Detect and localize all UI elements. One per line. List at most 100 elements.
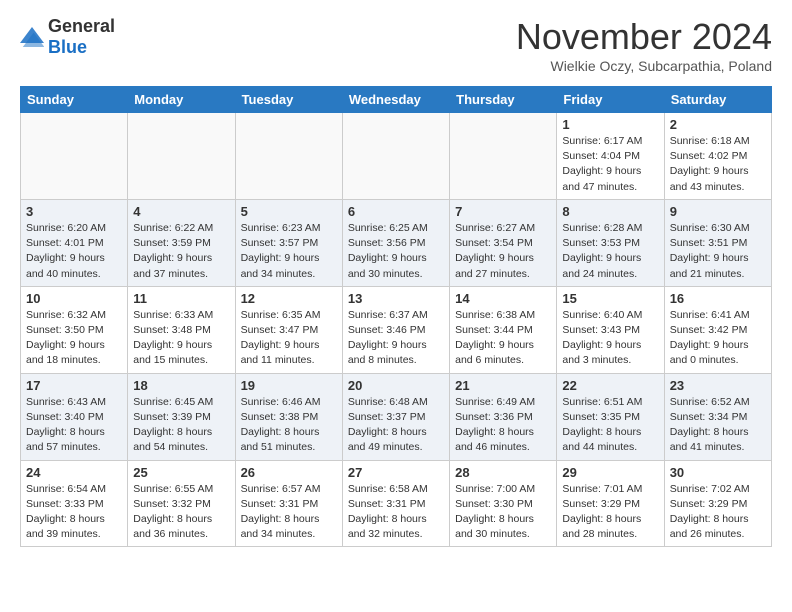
calendar-cell (128, 113, 235, 200)
calendar-cell: 7 Sunrise: 6:27 AM Sunset: 3:54 PM Daylig… (450, 199, 557, 286)
calendar-cell: 15Sunrise: 6:40 AM Sunset: 3:43 PM Dayli… (557, 286, 664, 373)
day-info: Sunrise: 6:35 AM Sunset: 3:47 PM Dayligh… (241, 308, 337, 369)
day-info: Sunrise: 6:52 AM Sunset: 3:34 PM Dayligh… (670, 395, 766, 456)
day-info: Sunrise: 6:27 AM Sunset: 3:54 PM Dayligh… (455, 221, 551, 282)
calendar-cell: 21Sunrise: 6:49 AM Sunset: 3:36 PM Dayli… (450, 373, 557, 460)
day-number: 4 (133, 204, 229, 219)
calendar-cell: 22 Sunrise: 6:51 AM Sunset: 3:35 PM Dayli… (557, 373, 664, 460)
day-info: Sunrise: 6:30 AM Sunset: 3:51 PM Dayligh… (670, 221, 766, 282)
calendar-cell (450, 113, 557, 200)
calendar-cell: 13Sunrise: 6:37 AM Sunset: 3:46 PM Dayli… (342, 286, 449, 373)
calendar-cell: 29 Sunrise: 7:01 AM Sunset: 3:29 PM Dayli… (557, 460, 664, 547)
title-section: November 2024 Wielkie Oczy, Subcarpathia… (516, 16, 772, 74)
day-number: 5 (241, 204, 337, 219)
calendar-cell: 27 Sunrise: 6:58 AM Sunset: 3:31 PM Dayli… (342, 460, 449, 547)
calendar-cell: 24 Sunrise: 6:54 AM Sunset: 3:33 PM Dayli… (21, 460, 128, 547)
day-number: 19 (241, 378, 337, 393)
day-info: Sunrise: 6:54 AM Sunset: 3:33 PM Dayligh… (26, 482, 122, 543)
day-header-sunday: Sunday (21, 87, 128, 113)
day-number: 11 (133, 291, 229, 306)
day-number: 22 (562, 378, 658, 393)
day-header-thursday: Thursday (450, 87, 557, 113)
day-info: Sunrise: 6:41 AM Sunset: 3:42 PM Dayligh… (670, 308, 766, 369)
day-info: Sunrise: 6:55 AM Sunset: 3:32 PM Dayligh… (133, 482, 229, 543)
day-info: Sunrise: 6:37 AM Sunset: 3:46 PM Dayligh… (348, 308, 444, 369)
calendar-cell: 8 Sunrise: 6:28 AM Sunset: 3:53 PM Daylig… (557, 199, 664, 286)
day-info: Sunrise: 6:49 AM Sunset: 3:36 PM Dayligh… (455, 395, 551, 456)
day-info: Sunrise: 7:02 AM Sunset: 3:29 PM Dayligh… (670, 482, 766, 543)
day-number: 16 (670, 291, 766, 306)
day-info: Sunrise: 6:58 AM Sunset: 3:31 PM Dayligh… (348, 482, 444, 543)
calendar-cell: 6 Sunrise: 6:25 AM Sunset: 3:56 PM Daylig… (342, 199, 449, 286)
day-number: 18 (133, 378, 229, 393)
day-header-friday: Friday (557, 87, 664, 113)
day-info: Sunrise: 6:43 AM Sunset: 3:40 PM Dayligh… (26, 395, 122, 456)
day-info: Sunrise: 6:25 AM Sunset: 3:56 PM Dayligh… (348, 221, 444, 282)
day-info: Sunrise: 7:01 AM Sunset: 3:29 PM Dayligh… (562, 482, 658, 543)
calendar-cell (21, 113, 128, 200)
day-header-monday: Monday (128, 87, 235, 113)
calendar-cell: 11 Sunrise: 6:33 AM Sunset: 3:48 PM Dayli… (128, 286, 235, 373)
calendar-cell (235, 113, 342, 200)
logo-icon (20, 27, 44, 47)
calendar-cell: 30Sunrise: 7:02 AM Sunset: 3:29 PM Dayli… (664, 460, 771, 547)
calendar-cell: 19 Sunrise: 6:46 AM Sunset: 3:38 PM Dayli… (235, 373, 342, 460)
day-header-wednesday: Wednesday (342, 87, 449, 113)
day-number: 8 (562, 204, 658, 219)
logo-general: General (48, 16, 115, 36)
day-number: 1 (562, 117, 658, 132)
header: General Blue November 2024 Wielkie Oczy,… (20, 16, 772, 74)
day-number: 17 (26, 378, 122, 393)
day-info: Sunrise: 6:28 AM Sunset: 3:53 PM Dayligh… (562, 221, 658, 282)
day-info: Sunrise: 6:40 AM Sunset: 3:43 PM Dayligh… (562, 308, 658, 369)
calendar-cell: 5 Sunrise: 6:23 AM Sunset: 3:57 PM Daylig… (235, 199, 342, 286)
calendar-cell: 28Sunrise: 7:00 AM Sunset: 3:30 PM Dayli… (450, 460, 557, 547)
day-number: 24 (26, 465, 122, 480)
week-row-2: 3Sunrise: 6:20 AM Sunset: 4:01 PM Daylig… (21, 199, 772, 286)
logo: General Blue (20, 16, 115, 58)
calendar-cell: 16 Sunrise: 6:41 AM Sunset: 3:42 PM Dayli… (664, 286, 771, 373)
day-info: Sunrise: 6:32 AM Sunset: 3:50 PM Dayligh… (26, 308, 122, 369)
header-row: SundayMondayTuesdayWednesdayThursdayFrid… (21, 87, 772, 113)
day-info: Sunrise: 6:23 AM Sunset: 3:57 PM Dayligh… (241, 221, 337, 282)
week-row-1: 1 Sunrise: 6:17 AM Sunset: 4:04 PM Daylig… (21, 113, 772, 200)
calendar-cell: 3Sunrise: 6:20 AM Sunset: 4:01 PM Daylig… (21, 199, 128, 286)
day-info: Sunrise: 6:18 AM Sunset: 4:02 PM Dayligh… (670, 134, 766, 195)
calendar-cell: 18 Sunrise: 6:45 AM Sunset: 3:39 PM Dayli… (128, 373, 235, 460)
day-info: Sunrise: 6:46 AM Sunset: 3:38 PM Dayligh… (241, 395, 337, 456)
calendar-cell: 9 Sunrise: 6:30 AM Sunset: 3:51 PM Daylig… (664, 199, 771, 286)
day-number: 3 (26, 204, 122, 219)
calendar-table: SundayMondayTuesdayWednesdayThursdayFrid… (20, 86, 772, 547)
calendar-cell: 26Sunrise: 6:57 AM Sunset: 3:31 PM Dayli… (235, 460, 342, 547)
day-number: 26 (241, 465, 337, 480)
day-number: 23 (670, 378, 766, 393)
calendar-cell: 23 Sunrise: 6:52 AM Sunset: 3:34 PM Dayli… (664, 373, 771, 460)
day-info: Sunrise: 6:33 AM Sunset: 3:48 PM Dayligh… (133, 308, 229, 369)
calendar-cell: 2 Sunrise: 6:18 AM Sunset: 4:02 PM Daylig… (664, 113, 771, 200)
day-number: 28 (455, 465, 551, 480)
calendar-cell: 12Sunrise: 6:35 AM Sunset: 3:47 PM Dayli… (235, 286, 342, 373)
day-number: 27 (348, 465, 444, 480)
day-number: 2 (670, 117, 766, 132)
day-info: Sunrise: 6:22 AM Sunset: 3:59 PM Dayligh… (133, 221, 229, 282)
logo-blue: Blue (48, 37, 87, 57)
week-row-3: 10 Sunrise: 6:32 AM Sunset: 3:50 PM Dayli… (21, 286, 772, 373)
subtitle: Wielkie Oczy, Subcarpathia, Poland (516, 58, 772, 74)
day-info: Sunrise: 6:45 AM Sunset: 3:39 PM Dayligh… (133, 395, 229, 456)
day-info: Sunrise: 6:17 AM Sunset: 4:04 PM Dayligh… (562, 134, 658, 195)
day-info: Sunrise: 6:51 AM Sunset: 3:35 PM Dayligh… (562, 395, 658, 456)
day-number: 6 (348, 204, 444, 219)
calendar-cell: 25Sunrise: 6:55 AM Sunset: 3:32 PM Dayli… (128, 460, 235, 547)
day-header-tuesday: Tuesday (235, 87, 342, 113)
day-header-saturday: Saturday (664, 87, 771, 113)
day-number: 7 (455, 204, 551, 219)
week-row-5: 24 Sunrise: 6:54 AM Sunset: 3:33 PM Dayli… (21, 460, 772, 547)
calendar-cell (342, 113, 449, 200)
day-number: 29 (562, 465, 658, 480)
day-number: 9 (670, 204, 766, 219)
day-number: 10 (26, 291, 122, 306)
day-number: 14 (455, 291, 551, 306)
calendar-cell: 10 Sunrise: 6:32 AM Sunset: 3:50 PM Dayli… (21, 286, 128, 373)
logo-text: General Blue (48, 16, 115, 58)
calendar-cell: 14Sunrise: 6:38 AM Sunset: 3:44 PM Dayli… (450, 286, 557, 373)
